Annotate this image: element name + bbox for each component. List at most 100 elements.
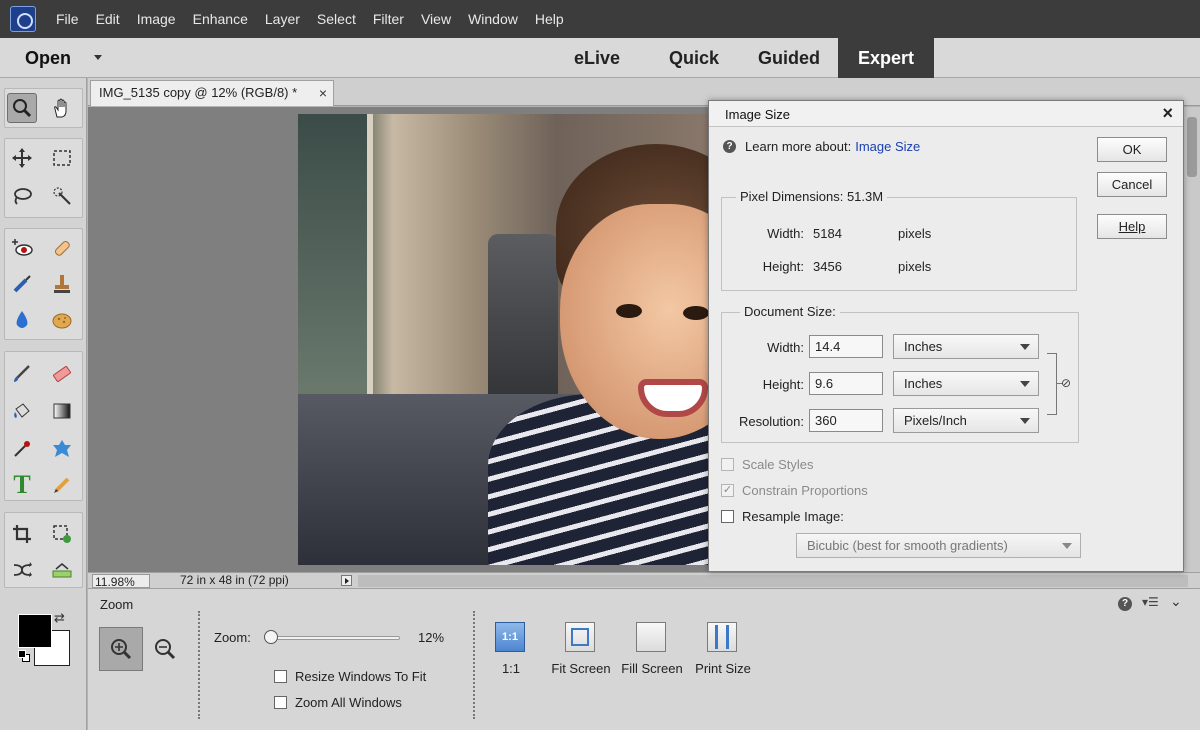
- zoom-slider-thumb[interactable]: [264, 630, 278, 644]
- zoom-icon[interactable]: [7, 93, 37, 123]
- eyedropper-icon[interactable]: [7, 434, 37, 464]
- fill-screen-button[interactable]: [636, 622, 666, 652]
- chain-link-icon: ⊘: [1061, 376, 1072, 390]
- pixel-width-label: Width:: [767, 226, 804, 241]
- pixel-dimensions-label: Pixel Dimensions:: [740, 189, 844, 204]
- checkbox-box[interactable]: [721, 510, 734, 523]
- resize-windows-checkbox[interactable]: Resize Windows To Fit: [274, 669, 426, 684]
- open-dropdown-arrow-icon[interactable]: [94, 55, 102, 60]
- blur-icon[interactable]: [7, 305, 37, 335]
- lasso-icon[interactable]: [7, 181, 37, 211]
- doc-height-input[interactable]: 9.6: [809, 372, 883, 395]
- content-aware-move-icon[interactable]: [7, 555, 37, 585]
- checkbox-box[interactable]: [274, 696, 287, 709]
- app-logo-icon[interactable]: [10, 6, 36, 32]
- vertical-scrollbar-thumb[interactable]: [1187, 117, 1197, 177]
- default-colors-foreground-icon[interactable]: [18, 650, 26, 658]
- doc-height-unit-select[interactable]: Inches: [893, 371, 1039, 396]
- menu-file[interactable]: File: [56, 11, 79, 27]
- cancel-button[interactable]: Cancel: [1097, 172, 1167, 197]
- hand-icon[interactable]: [47, 93, 77, 123]
- document-tab[interactable]: IMG_5135 copy @ 12% (RGB/8) * ×: [90, 80, 334, 106]
- resolution-input[interactable]: 360: [809, 409, 883, 432]
- close-icon[interactable]: ×: [319, 85, 327, 101]
- help-icon: ?: [723, 140, 736, 153]
- menu-image[interactable]: Image: [137, 11, 176, 27]
- marquee-icon[interactable]: [47, 143, 77, 173]
- tab-guided[interactable]: Guided: [745, 38, 833, 78]
- doc-width-input[interactable]: 14.4: [809, 335, 883, 358]
- scale-styles-checkbox[interactable]: Scale Styles: [721, 457, 814, 472]
- resolution-unit-select[interactable]: Pixels/Inch: [893, 408, 1039, 433]
- fit-screen-icon: [571, 628, 589, 646]
- learn-more-link[interactable]: Image Size: [855, 139, 920, 154]
- pixel-width-value: 5184: [813, 226, 842, 241]
- constrain-link-bracket: [1047, 353, 1057, 415]
- checkmark-icon[interactable]: ✓: [721, 484, 734, 497]
- custom-shape-icon[interactable]: [47, 434, 77, 464]
- zoom-all-windows-checkbox[interactable]: Zoom All Windows: [274, 695, 402, 710]
- menu-view[interactable]: View: [421, 11, 451, 27]
- brush-icon[interactable]: [7, 358, 37, 388]
- tab-quick[interactable]: Quick: [652, 38, 736, 78]
- menu-filter[interactable]: Filter: [373, 11, 404, 27]
- zoom-slider-label: Zoom:: [214, 630, 251, 645]
- tool-group-view: [4, 88, 83, 128]
- ok-button[interactable]: OK: [1097, 137, 1167, 162]
- actual-pixels-button[interactable]: 1:1: [495, 622, 525, 652]
- menu-enhance[interactable]: Enhance: [193, 11, 248, 27]
- eraser-icon[interactable]: [47, 358, 77, 388]
- foreground-color-swatch[interactable]: [18, 614, 52, 648]
- recompose-icon[interactable]: [47, 519, 77, 549]
- smart-brush-icon[interactable]: [7, 269, 37, 299]
- tool-group-draw: T: [4, 351, 83, 501]
- checkbox-box[interactable]: [274, 670, 287, 683]
- checkbox-box[interactable]: [721, 458, 734, 471]
- doc-width-unit-select[interactable]: Inches: [893, 334, 1039, 359]
- swap-colors-icon[interactable]: ⇄: [54, 610, 65, 626]
- paint-bucket-icon[interactable]: [7, 396, 37, 426]
- move-icon[interactable]: [7, 143, 37, 173]
- zoom-in-icon[interactable]: [99, 627, 143, 671]
- menu-layer[interactable]: Layer: [265, 11, 300, 27]
- spot-healing-icon[interactable]: [47, 233, 77, 263]
- menu-select[interactable]: Select: [317, 11, 356, 27]
- help-button[interactable]: Help: [1097, 214, 1167, 239]
- status-menu-arrow-icon[interactable]: [341, 575, 352, 586]
- red-eye-icon[interactable]: [7, 233, 37, 263]
- resample-image-checkbox[interactable]: Resample Image:: [721, 509, 844, 524]
- quick-selection-icon[interactable]: [47, 181, 77, 211]
- menu-edit[interactable]: Edit: [96, 11, 120, 27]
- resample-method-select[interactable]: Bicubic (best for smooth gradients): [796, 533, 1081, 558]
- gradient-icon[interactable]: [47, 396, 77, 426]
- help-icon[interactable]: ?: [1118, 597, 1132, 611]
- clone-stamp-icon[interactable]: [47, 269, 77, 299]
- status-zoom-field[interactable]: 11.98%: [92, 574, 150, 589]
- zoom-slider-track[interactable]: [268, 636, 400, 640]
- crop-icon[interactable]: [7, 519, 37, 549]
- options-menu-icon[interactable]: ▾☰: [1142, 595, 1159, 609]
- pencil-icon[interactable]: [47, 470, 77, 500]
- constrain-proportions-checkbox[interactable]: ✓ Constrain Proportions: [721, 483, 868, 498]
- tab-elive[interactable]: eLive: [555, 38, 639, 78]
- print-size-icon: [715, 625, 729, 649]
- close-icon[interactable]: ×: [1162, 103, 1173, 124]
- vertical-scrollbar[interactable]: [1184, 107, 1200, 572]
- sponge-icon[interactable]: [47, 305, 77, 335]
- type-icon[interactable]: T: [7, 470, 37, 500]
- menu-window[interactable]: Window: [468, 11, 518, 27]
- open-button[interactable]: Open: [25, 48, 71, 69]
- photo-image: [298, 114, 728, 565]
- menu-help[interactable]: Help: [535, 11, 564, 27]
- dialog-title-bar[interactable]: Image Size ×: [709, 101, 1183, 127]
- straighten-icon[interactable]: [47, 555, 77, 585]
- zoom-out-icon[interactable]: [143, 627, 187, 671]
- chevron-down-icon[interactable]: ⌄: [1170, 593, 1182, 610]
- fit-screen-button[interactable]: [565, 622, 595, 652]
- photo-window: [298, 114, 373, 404]
- document-size-group: Document Size: Width: 14.4 Inches Height…: [721, 304, 1079, 443]
- zoom-percent-value: 12%: [418, 630, 445, 645]
- print-size-button[interactable]: [707, 622, 737, 652]
- horizontal-scrollbar[interactable]: [358, 575, 1188, 587]
- tab-expert[interactable]: Expert: [838, 38, 934, 78]
